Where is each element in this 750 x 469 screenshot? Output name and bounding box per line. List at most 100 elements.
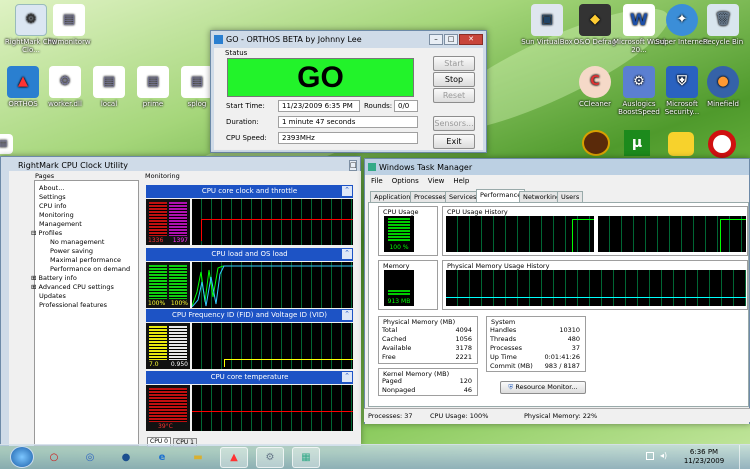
section-header-clock[interactable]: CPU core clock and throttle ⌃ [146, 185, 353, 198]
task-manager-titlebar[interactable]: Windows Task Manager [365, 159, 749, 175]
start-button[interactable] [10, 446, 34, 468]
tree-item-no-management[interactable]: No management [50, 238, 104, 246]
collapse-icon[interactable]: ⌃ [342, 186, 352, 196]
section-header-temperature[interactable]: CPU core temperature ⌃ [146, 371, 353, 384]
file-icon: ▤ [137, 66, 169, 98]
show-desktop-button[interactable] [739, 445, 750, 469]
dll-icon: ⚙ [49, 66, 81, 98]
exit-button[interactable]: Exit [433, 134, 475, 149]
recycle-bin-icon: 🗑 [707, 4, 739, 36]
tree-item-updates[interactable]: Updates [39, 292, 66, 300]
close-button[interactable]: ✕ [459, 33, 483, 45]
orthos-taskbar-icon[interactable]: ▲ [220, 447, 248, 468]
shortcut-icon[interactable] [668, 132, 694, 156]
phys-mem-key: Available [382, 344, 412, 352]
memory-meter: 913 MB [384, 270, 414, 306]
tree-item-settings[interactable]: Settings [39, 193, 66, 201]
desktop-icon-recycle-bin[interactable]: 🗑 Recycle Bin [692, 4, 750, 46]
cpu-usage-value: 100 % [389, 244, 409, 251]
cpu-speed-value: 2393MHz [278, 132, 418, 144]
clock[interactable]: 6:36 PM 11/23/2009 [676, 448, 732, 466]
opera-icon[interactable] [708, 130, 736, 158]
section-title: CPU load and OS load [211, 250, 288, 258]
desktop-icon-minefield[interactable]: ● Minefield [692, 66, 750, 108]
tree-item-battery-info[interactable]: ⊞ Battery info [31, 274, 77, 282]
collapse-icon[interactable]: ⌃ [342, 249, 352, 259]
tree-item-advanced-cpu[interactable]: ⊞ Advanced CPU settings [31, 283, 114, 291]
globe-icon[interactable]: ● [112, 447, 140, 468]
task-manager-taskbar-icon[interactable]: ▦ [292, 447, 320, 468]
task-manager-icon [368, 163, 376, 171]
collapse-icon[interactable]: ⌃ [342, 372, 352, 382]
start-time-value: 11/23/2009 6:35 PM [278, 100, 360, 112]
tree-item-performance-on-demand[interactable]: Performance on demand [50, 265, 130, 273]
folder-icon[interactable]: ▬ [184, 447, 212, 468]
resource-monitor-button[interactable]: ⛨ Resource Monitor... [500, 381, 586, 394]
load-readout: 100% 100% [146, 262, 190, 308]
tree-item-label: Battery info [38, 274, 77, 282]
window-title: RightMark CPU Clock Utility [18, 160, 128, 170]
tree-item-cpu-info[interactable]: CPU info [39, 202, 66, 210]
clock-readout: 1336 1397 [146, 199, 190, 245]
game-icon[interactable] [582, 130, 610, 156]
menu-bar: File Options View Help [371, 177, 469, 185]
cpu-speed-label: CPU Speed: [226, 134, 267, 142]
minefield-icon: ● [707, 66, 739, 98]
restore-button[interactable]: □ [349, 159, 357, 171]
utorrent-icon[interactable]: µ [624, 130, 650, 156]
network-icon[interactable] [646, 452, 654, 460]
orthos-titlebar[interactable]: GO - ORTHOS BETA by Johnny Lee – □ ✕ [211, 31, 486, 47]
tree-item-about[interactable]: About... [39, 184, 64, 192]
tab-users[interactable]: Users [557, 191, 584, 202]
volume-icon[interactable]: ◂) [660, 451, 667, 460]
rightmark-taskbar-icon[interactable]: ⚙ [256, 447, 284, 468]
tree-item-professional[interactable]: Professional features [39, 301, 107, 309]
status-indicator: GO [227, 58, 414, 97]
readout-value: 1336 [148, 237, 164, 244]
tree-item-profiles[interactable]: ⊟ Profiles [31, 229, 62, 237]
orthos-window[interactable]: GO - ORTHOS BETA by Johnny Lee – □ ✕ Sta… [210, 30, 487, 153]
duration-value: 1 minute 47 seconds [278, 116, 418, 128]
stop-button[interactable]: Stop [433, 72, 475, 87]
rightmark-window[interactable]: RightMark CPU Clock Utility □ Pages Moni… [0, 156, 361, 447]
menu-help[interactable]: Help [453, 177, 469, 185]
reset-button[interactable]: Reset [433, 88, 475, 103]
section-header-fid-vid[interactable]: CPU Frequency ID (FID) and Voltage ID (V… [146, 309, 353, 322]
readout-value: 100% [170, 300, 188, 307]
desktop-icon-hwmonitorw[interactable]: ▤ hwmonitorw [38, 4, 100, 46]
temperature-graph [192, 385, 353, 431]
pages-label: Pages [35, 172, 55, 180]
tab-performance[interactable]: Performance [476, 189, 526, 202]
start-button[interactable]: Start [433, 56, 475, 71]
file-icon: ▤ [0, 134, 13, 154]
maximize-button[interactable]: □ [444, 33, 458, 45]
sensors-button[interactable]: Sensors... [433, 116, 475, 131]
load-graph-lines [192, 265, 353, 308]
menu-file[interactable]: File [371, 177, 383, 185]
opera-icon[interactable]: ○ [40, 447, 68, 468]
tree-item-label: Profiles [38, 229, 63, 237]
internet-explorer-icon[interactable]: e [148, 447, 176, 468]
system-key: Processes [490, 344, 523, 352]
ccleaner-icon: C [579, 66, 611, 98]
defrag-icon: ◆ [579, 4, 611, 36]
minimize-button[interactable]: – [429, 33, 443, 45]
physical-memory-label: Physical Memory (MB) [383, 318, 456, 326]
pages-tree[interactable]: About... Settings CPU info Monitoring Ma… [31, 180, 139, 446]
fid-vid-graph [192, 323, 353, 369]
tree-item-monitoring[interactable]: Monitoring [39, 211, 74, 219]
tree-item-management[interactable]: Management [39, 220, 82, 228]
taskbar: ○ ◎ ● e ▬ ▲ ⚙ ▦ ◂) 6:36 PM 11/23/2009 [0, 444, 750, 469]
media-player-icon[interactable]: ◎ [76, 447, 104, 468]
status-label: Status [225, 49, 248, 57]
tree-item-maximal-performance[interactable]: Maximal performance [50, 256, 121, 264]
section-header-load[interactable]: CPU load and OS load ⌃ [146, 248, 353, 261]
menu-view[interactable]: View [428, 177, 445, 185]
system-label: System [491, 318, 516, 326]
rounds-label: Rounds: [364, 102, 393, 110]
tree-item-power-saving[interactable]: Power saving [50, 247, 93, 255]
system-key: Commit (MB) [490, 362, 533, 370]
collapse-icon[interactable]: ⌃ [342, 310, 352, 320]
menu-options[interactable]: Options [392, 177, 419, 185]
mem-history-label: Physical Memory Usage History [447, 262, 550, 270]
